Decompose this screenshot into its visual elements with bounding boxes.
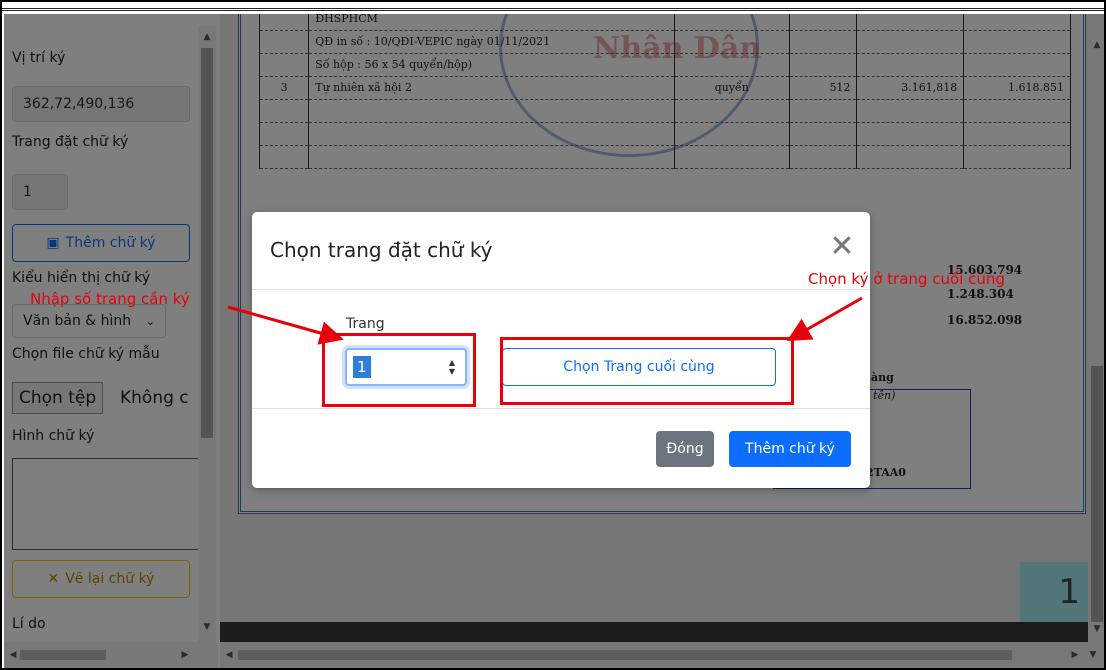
last-page-highlight: [500, 337, 794, 405]
dialog-header: Chọn trang đặt chữ ký ✕: [252, 212, 870, 290]
left-annotation-text: Nhập số trang cần ký: [30, 290, 190, 308]
app-frame: Vị trí ký 362,72,490,136 Trang đặt chữ k…: [0, 0, 1106, 670]
dialog-footer: Đóng Thêm chữ ký: [252, 408, 870, 488]
page-label: Trang: [346, 316, 385, 332]
top-border: [2, 2, 1104, 11]
right-annotation-text: Chọn ký ở trang cuối cùng: [808, 270, 1005, 288]
close-icon[interactable]: ✕: [828, 232, 856, 262]
page-input-highlight: [322, 333, 476, 407]
add-signature-confirm-button[interactable]: Thêm chữ ký: [729, 431, 851, 467]
dialog-title: Chọn trang đặt chữ ký: [270, 238, 493, 262]
close-button[interactable]: Đóng: [656, 431, 714, 467]
